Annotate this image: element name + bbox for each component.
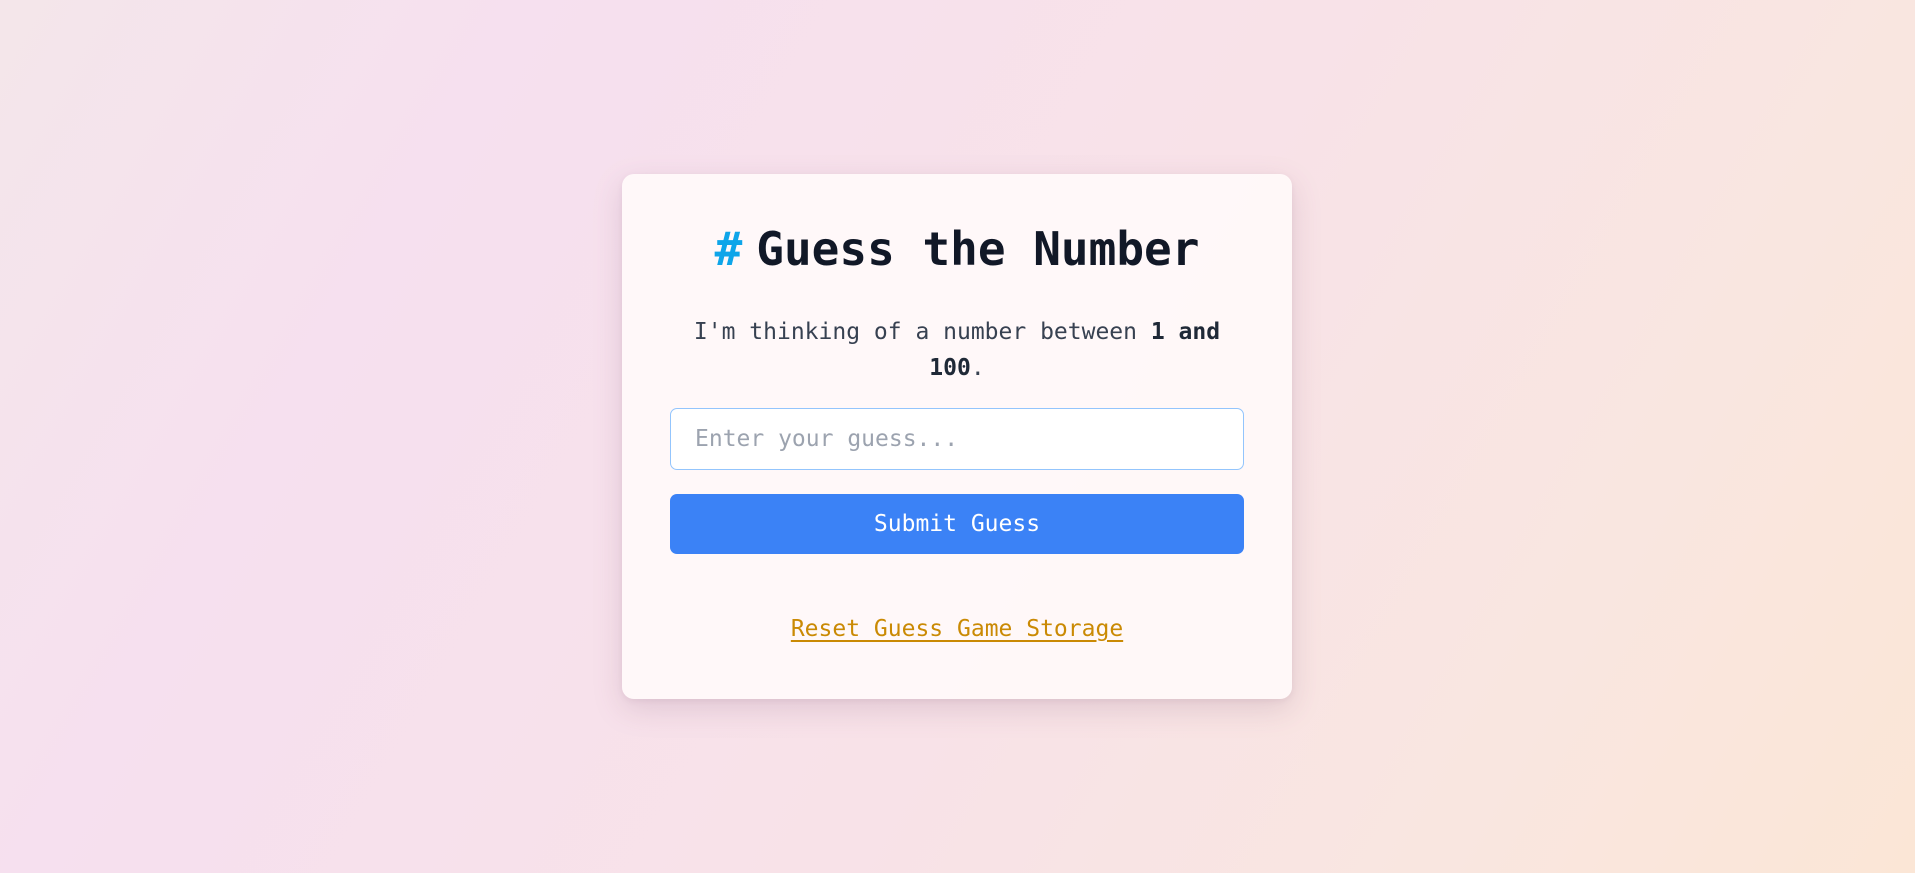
reset-storage-link[interactable]: Reset Guess Game Storage [622, 616, 1292, 642]
submit-guess-button[interactable]: Submit Guess [670, 494, 1244, 554]
description-suffix: . [970, 355, 985, 381]
game-description: I'm thinking of a number between 1 and 1… [670, 314, 1244, 386]
page-title: # Guess the Number [622, 222, 1292, 277]
game-card: # Guess the Number I'm thinking of a numb… [622, 174, 1292, 699]
guess-input[interactable] [670, 408, 1244, 470]
hash-icon: # [714, 222, 743, 276]
title-text: Guess the Number [756, 222, 1200, 276]
description-prefix: I'm thinking of a number between [693, 319, 1151, 345]
